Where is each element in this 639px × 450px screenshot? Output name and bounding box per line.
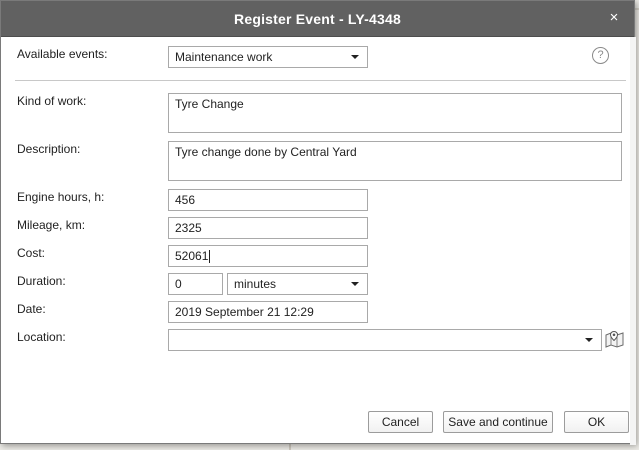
cancel-button[interactable]: Cancel [368, 411, 433, 433]
help-icon[interactable]: ? [592, 47, 609, 64]
text-caret [209, 249, 211, 263]
date-input[interactable]: 2019 September 21 12:29 [168, 301, 368, 323]
description-label: Description: [17, 142, 81, 156]
available-events-label: Available events: [17, 47, 108, 61]
save-and-continue-button[interactable]: Save and continue [443, 411, 553, 433]
available-events-value: Maintenance work [175, 50, 273, 64]
cost-input[interactable]: 52061 [168, 245, 368, 267]
available-events-select[interactable]: Maintenance work [168, 46, 368, 68]
kind-of-work-textarea[interactable]: Tyre Change [168, 93, 622, 133]
duration-value: 0 [175, 277, 182, 291]
register-event-dialog: Register Event - LY-4348 × Available eve… [0, 0, 636, 445]
date-label: Date: [17, 302, 46, 316]
location-select[interactable] [168, 329, 602, 351]
duration-unit-select[interactable]: minutes [227, 273, 368, 295]
kind-of-work-value: Tyre Change [175, 97, 244, 111]
engine-hours-value: 456 [175, 193, 196, 207]
mileage-value: 2325 [175, 221, 202, 235]
ok-button[interactable]: OK [564, 411, 629, 433]
cost-value: 52061 [175, 249, 209, 263]
dropdown-arrow-icon [351, 55, 359, 59]
duration-label: Duration: [17, 274, 66, 288]
description-value: Tyre change done by Central Yard [175, 145, 357, 159]
dropdown-arrow-icon [351, 282, 359, 286]
dialog-titlebar[interactable]: Register Event - LY-4348 × [1, 1, 634, 37]
cost-label: Cost: [17, 246, 46, 260]
kind-of-work-label: Kind of work: [17, 94, 87, 108]
mileage-input[interactable]: 2325 [168, 217, 368, 239]
engine-hours-input[interactable]: 456 [168, 189, 368, 211]
description-textarea[interactable]: Tyre change done by Central Yard [168, 141, 622, 181]
close-icon[interactable]: × [607, 10, 621, 25]
location-label: Location: [17, 330, 66, 344]
mileage-label: Mileage, km: [17, 218, 86, 232]
duration-unit-value: minutes [234, 277, 277, 291]
engine-hours-label: Engine hours, h: [17, 190, 105, 204]
duration-input[interactable]: 0 [168, 273, 223, 295]
dropdown-arrow-icon [585, 338, 593, 342]
date-value: 2019 September 21 12:29 [175, 305, 314, 319]
map-pin-icon[interactable] [605, 330, 625, 348]
section-divider [15, 80, 626, 81]
dialog-title: Register Event - LY-4348 [234, 10, 401, 27]
dialog-scrollbar[interactable] [630, 37, 636, 445]
